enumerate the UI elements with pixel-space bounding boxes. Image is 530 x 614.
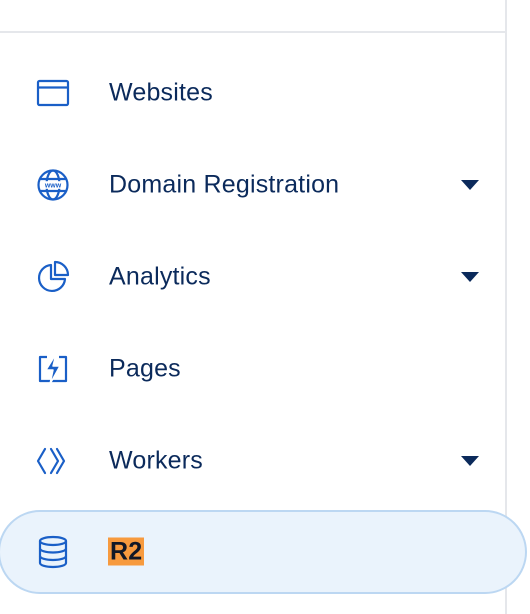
svg-text:www: www (44, 183, 62, 190)
sidebar-item-pages[interactable]: Pages (0, 327, 505, 411)
sidebar-item-label: Domain Registration (109, 170, 340, 199)
sidebar-item-label: Analytics (109, 262, 211, 291)
sidebar-item-analytics[interactable]: Analytics (0, 235, 505, 319)
chevron-down-icon[interactable] (460, 179, 480, 191)
sidebar-item-label: Pages (109, 354, 181, 383)
lightning-page-icon (36, 352, 70, 386)
pie-chart-icon (36, 260, 70, 294)
database-icon (36, 535, 70, 569)
sidebar-item-r2[interactable]: R2 (0, 510, 527, 594)
browser-window-icon (36, 76, 70, 110)
sidebar-item-label: Websites (109, 78, 213, 107)
sidebar-item-workers[interactable]: Workers (0, 419, 505, 503)
globe-www-icon: www (36, 168, 70, 202)
sidebar-item-label: R2 (108, 537, 145, 567)
sidebar-top-section (0, 0, 505, 33)
search-highlight: R2 (108, 537, 145, 566)
chevron-down-icon[interactable] (460, 455, 480, 467)
sidebar-item-domain-registration[interactable]: www Domain Registration (0, 143, 505, 227)
chevron-down-icon[interactable] (460, 271, 480, 283)
sidebar-item-websites[interactable]: Websites (0, 51, 505, 135)
workers-chevrons-icon (36, 444, 70, 478)
sidebar-nav: Websites www Domain Registration Analyti… (0, 0, 527, 614)
sidebar-item-label: Workers (109, 446, 204, 475)
